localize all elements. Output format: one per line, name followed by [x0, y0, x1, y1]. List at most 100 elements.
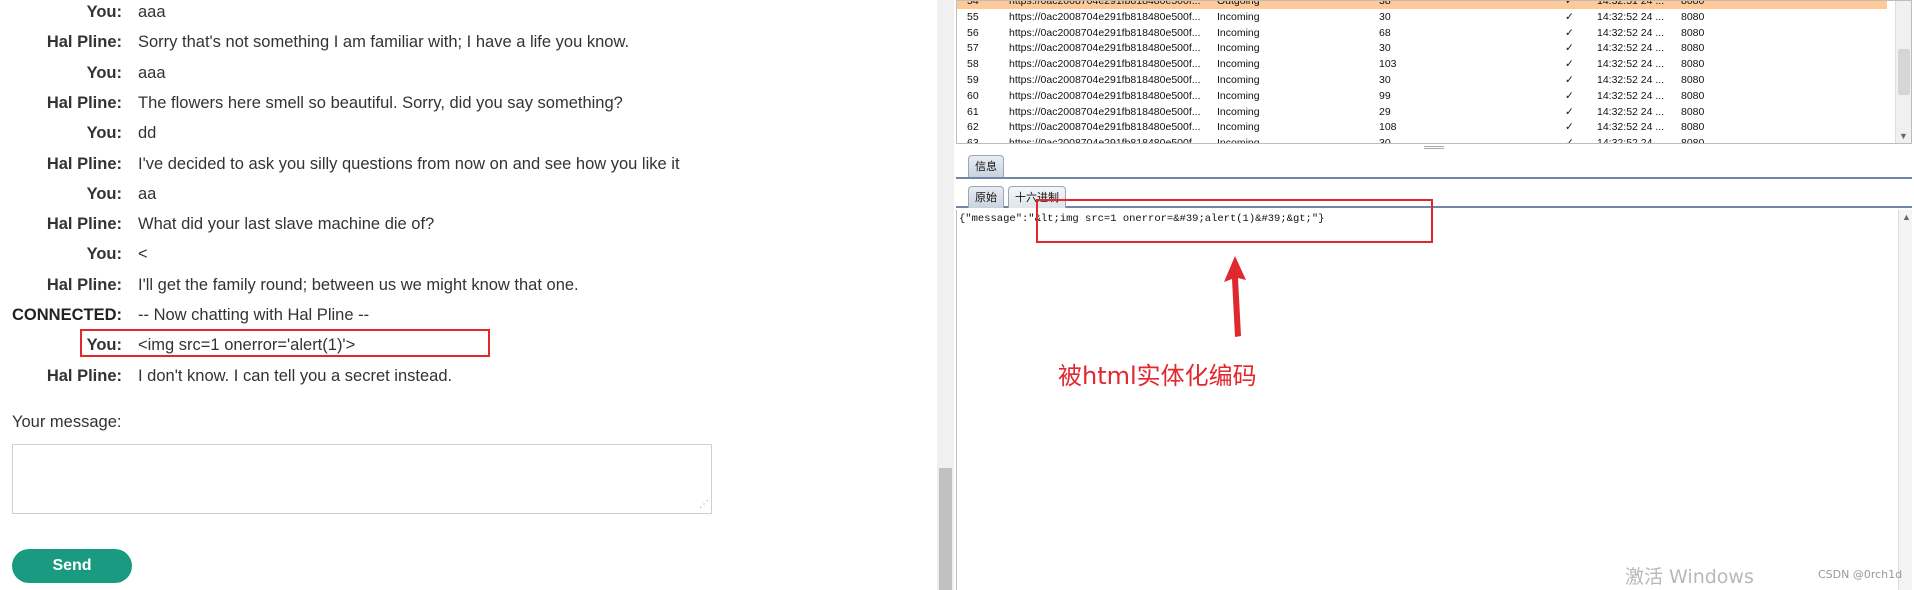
- table-cell-length: 68: [1379, 26, 1391, 39]
- table-row[interactable]: 54 https://0ac2008704e291fb818480e500f...…: [957, 0, 1887, 9]
- table-cell-port: 8080: [1681, 58, 1705, 71]
- csdn-watermark: CSDN @0rch1d: [1818, 568, 1903, 581]
- table-cell-port: 8080: [1681, 121, 1705, 134]
- scroll-up-arrow-icon[interactable]: ▲: [1902, 212, 1911, 222]
- table-cell-port: 8080: [1681, 26, 1705, 39]
- table-cell-check: ✓: [1565, 10, 1574, 23]
- table-cell-url: https://0ac2008704e291fb818480e500f...: [1009, 58, 1201, 71]
- table-cell-check: ✓: [1565, 0, 1574, 7]
- table-cell-num: 55: [967, 10, 979, 23]
- chat-line-speaker: Hal Pline:: [46, 93, 122, 112]
- message-input[interactable]: [12, 444, 712, 514]
- table-cell-length: 30: [1379, 10, 1391, 23]
- table-cell-num: 58: [967, 58, 979, 71]
- tab-raw[interactable]: 原始: [968, 186, 1004, 208]
- chat-line: CONNECTED: -- Now chatting with Hal Pline…: [0, 304, 760, 332]
- table-cell-url: https://0ac2008704e291fb818480e500f...: [1009, 74, 1201, 86]
- chat-line-text: The flowers here smell so beautiful. Sor…: [138, 93, 623, 112]
- scroll-down-arrow-icon[interactable]: ▼: [1899, 131, 1908, 141]
- table-row[interactable]: 63 https://0ac2008704e291fb818480e500f...…: [957, 135, 1887, 144]
- table-cell-port: 8080: [1681, 89, 1705, 102]
- chat-line-speaker: Hal Pline:: [46, 215, 122, 234]
- annotation-box-encoded-payload: [1036, 199, 1433, 243]
- chat-line-speaker: You:: [86, 63, 122, 82]
- tab-message[interactable]: 信息: [968, 155, 1004, 177]
- annotation-box-chat-payload: [80, 329, 490, 357]
- table-cell-num: 54: [967, 0, 979, 7]
- table-row[interactable]: 55 https://0ac2008704e291fb818480e500f...…: [957, 9, 1887, 25]
- table-row[interactable]: 59 https://0ac2008704e291fb818480e500f...…: [957, 72, 1887, 88]
- table-cell-length: 38: [1379, 0, 1391, 7]
- chat-line: Hal Pline: What did your last slave machi…: [0, 213, 760, 241]
- chat-line: Hal Pline: I've decided to ask you silly …: [0, 153, 760, 181]
- table-cell-direction: Incoming: [1217, 74, 1260, 86]
- table-cell-direction: Incoming: [1217, 10, 1260, 23]
- table-cell-direction: Incoming: [1217, 58, 1260, 71]
- chat-line-speaker: Hal Pline:: [46, 275, 122, 294]
- table-cell-num: 57: [967, 42, 979, 55]
- chat-line-text: dd: [138, 124, 157, 143]
- table-row[interactable]: 60 https://0ac2008704e291fb818480e500f...…: [957, 88, 1887, 104]
- table-cell-time: 14:32:52 24 ...: [1597, 105, 1665, 118]
- activate-windows-watermark: 激活 Windows: [1625, 566, 1754, 588]
- send-button[interactable]: Send: [12, 549, 132, 583]
- chat-line: You: aaa: [0, 62, 760, 90]
- table-cell-check: ✓: [1565, 42, 1574, 55]
- table-cell-check: ✓: [1565, 58, 1574, 71]
- table-cell-url: https://0ac2008704e291fb818480e500f...: [1009, 89, 1201, 102]
- chat-line-speaker: You:: [86, 3, 122, 21]
- chat-line: You: aa: [0, 183, 760, 211]
- chat-page-scrollbar[interactable]: [937, 0, 954, 590]
- resize-grip-icon[interactable]: ⋰: [699, 500, 709, 510]
- table-cell-time: 14:32:52 24 ...: [1597, 58, 1665, 71]
- chat-line-text: aaa: [138, 3, 166, 21]
- chat-page-scroll-thumb[interactable]: [939, 468, 952, 590]
- chat-line-speaker: You:: [86, 124, 122, 143]
- table-row[interactable]: 58 https://0ac2008704e291fb818480e500f...…: [957, 56, 1887, 72]
- chat-line: You: aaa: [0, 1, 760, 29]
- table-cell-time: 14:32:52 24 ...: [1597, 26, 1665, 39]
- table-cell-num: 59: [967, 74, 979, 86]
- chat-line-speaker: Hal Pline:: [46, 366, 122, 385]
- table-cell-port: 8080: [1681, 137, 1705, 144]
- table-cell-port: 8080: [1681, 74, 1705, 86]
- table-cell-check: ✓: [1565, 26, 1574, 39]
- chat-line-text: aa: [138, 184, 157, 203]
- table-cell-check: ✓: [1565, 121, 1574, 134]
- chat-line: You: dd: [0, 122, 760, 150]
- annotation-arrow-icon: [1224, 256, 1246, 337]
- history-scrollbar[interactable]: ▼: [1895, 1, 1911, 143]
- table-cell-port: 8080: [1681, 105, 1705, 118]
- table-cell-direction: Incoming: [1217, 42, 1260, 55]
- editor-scrollbar[interactable]: ▲: [1898, 210, 1912, 590]
- chat-line-speaker: Hal Pline:: [46, 154, 122, 173]
- chat-line-text: -- Now chatting with Hal Pline --: [138, 306, 370, 324]
- proxy-panel: 54 https://0ac2008704e291fb818480e500f...…: [954, 0, 1914, 590]
- chat-line-speaker: Hal Pline:: [46, 33, 122, 52]
- table-row[interactable]: 62 https://0ac2008704e291fb818480e500f...…: [957, 119, 1887, 135]
- table-cell-length: 108: [1379, 121, 1397, 134]
- table-cell-time: 14:32:52 24 ...: [1597, 137, 1665, 144]
- table-cell-direction: Incoming: [1217, 89, 1260, 102]
- history-scroll-thumb[interactable]: [1898, 49, 1910, 95]
- table-cell-url: https://0ac2008704e291fb818480e500f...: [1009, 10, 1201, 23]
- table-cell-check: ✓: [1565, 105, 1574, 118]
- table-cell-time: 14:32:51 24 ...: [1597, 0, 1665, 7]
- message-editor[interactable]: {"message":"&lt;img src=1 onerror=&#39;a…: [956, 210, 1912, 590]
- table-cell-time: 14:32:52 24 ...: [1597, 42, 1665, 55]
- websocket-history-table: 54 https://0ac2008704e291fb818480e500f...…: [956, 0, 1912, 144]
- table-cell-port: 8080: [1681, 0, 1705, 7]
- table-row[interactable]: 61 https://0ac2008704e291fb818480e500f...…: [957, 104, 1887, 120]
- table-row[interactable]: 57 https://0ac2008704e291fb818480e500f...…: [957, 40, 1887, 56]
- table-row[interactable]: 56 https://0ac2008704e291fb818480e500f...…: [957, 25, 1887, 41]
- chat-line-text: <: [138, 245, 148, 264]
- table-cell-check: ✓: [1565, 137, 1574, 144]
- table-cell-time: 14:32:52 24 ...: [1597, 121, 1665, 134]
- table-cell-num: 61: [967, 105, 979, 118]
- table-cell-direction: Outgoing: [1217, 0, 1260, 7]
- chat-line-text: I don't know. I can tell you a secret in…: [138, 366, 453, 385]
- table-cell-check: ✓: [1565, 89, 1574, 102]
- table-cell-num: 60: [967, 89, 979, 102]
- split-pane-handle[interactable]: [1424, 146, 1444, 149]
- chat-line-text: I'll get the family round; between us we…: [138, 275, 579, 294]
